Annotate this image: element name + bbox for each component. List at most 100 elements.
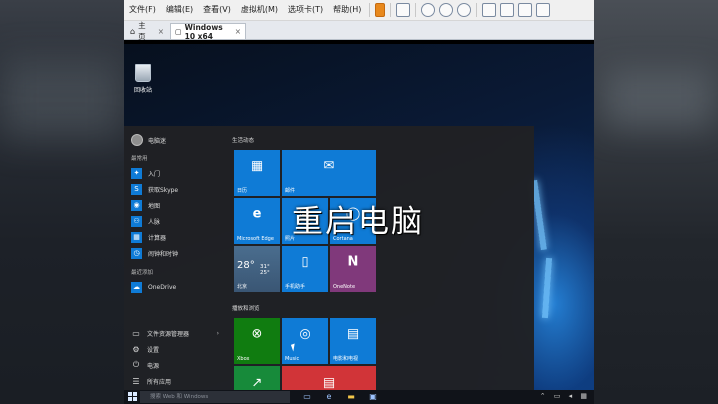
taskbar: 搜索 Web 和 Windows ▭ e ▬ ▣ ⌃ ▭ ◂ ▦: [124, 390, 594, 404]
group-title-play: 播放和浏览: [232, 306, 260, 312]
store-taskbar-icon[interactable]: ▣: [368, 392, 378, 402]
tile-label: 电影和电视: [333, 356, 359, 362]
snapshot-manager-icon[interactable]: [457, 3, 472, 17]
mail-icon: ✉: [323, 158, 335, 174]
pause-icon[interactable]: [375, 3, 386, 17]
recycle-bin-shortcut[interactable]: 回收站: [132, 64, 154, 94]
onenote-icon: N: [347, 254, 359, 270]
list-item-maps[interactable]: ◉ 地图: [131, 198, 160, 212]
tile-edge[interactable]: e Microsoft Edge: [234, 198, 280, 244]
overlay-caption: 重启电脑: [292, 204, 424, 240]
fullscreen-icon[interactable]: [536, 3, 551, 17]
xbox-icon: ⊗: [251, 326, 263, 342]
list-item-get-started[interactable]: ✦ 入门: [131, 166, 160, 180]
tile-mail[interactable]: ✉ 邮件: [282, 150, 376, 196]
file-explorer-button[interactable]: ▭ 文件资源管理器 ›: [131, 326, 221, 340]
folder-icon: ▭: [132, 328, 140, 338]
group-title-life: 生活动态: [232, 138, 255, 144]
all-apps-label: 所有应用: [147, 378, 172, 386]
lightbulb-icon: ✦: [131, 167, 142, 179]
app-label: 人脉: [148, 218, 161, 226]
windows-logo-icon: [133, 397, 137, 401]
windows-logo-icon: [133, 392, 137, 396]
menu-edit[interactable]: 编辑(E): [161, 0, 198, 20]
power-label: 电源: [147, 362, 160, 370]
blurred-background-right: [594, 0, 718, 404]
weather-range: 31° 25°: [260, 264, 270, 276]
phone-icon: ▯: [301, 254, 309, 270]
tile-label: Microsoft Edge: [237, 236, 274, 242]
toolbar-separator: [390, 3, 392, 17]
list-item-skype[interactable]: S 获取Skype: [131, 182, 178, 196]
file-explorer-taskbar-icon[interactable]: ▬: [346, 392, 356, 402]
menu-file[interactable]: 文件(F): [124, 0, 161, 20]
menu-tabs[interactable]: 选项卡(T): [283, 0, 328, 20]
news-icon: ▤: [322, 375, 336, 391]
vm-icon: ▢: [175, 27, 182, 36]
wallpaper-beam: [541, 257, 553, 319]
file-explorer-label: 文件资源管理器: [147, 330, 190, 338]
settings-button[interactable]: ⚙ 设置: [131, 342, 221, 356]
console-view-icon[interactable]: [500, 3, 515, 17]
chart-icon: ↗: [251, 375, 263, 391]
list-item-alarms[interactable]: ◷ 闹钟和时钟: [131, 246, 178, 260]
close-icon[interactable]: ×: [158, 27, 164, 36]
list-item-calculator[interactable]: ▦ 计算器: [131, 230, 166, 244]
toolbar-separator: [415, 3, 417, 17]
chevron-right-icon: ›: [216, 329, 219, 337]
tab-home[interactable]: ⌂ 主页 ×: [126, 21, 168, 41]
list-item-onedrive[interactable]: ☁ OneDrive: [131, 280, 176, 294]
fit-window-icon[interactable]: [518, 3, 533, 17]
menu-view[interactable]: 查看(V): [198, 0, 236, 20]
app-label: OneDrive: [148, 283, 177, 291]
recycle-bin-label: 回收站: [133, 87, 152, 94]
tile-label: OneNote: [333, 284, 356, 290]
tile-phone-companion[interactable]: ▯ 手机助手: [282, 246, 328, 292]
toolbar-separator: [476, 3, 478, 17]
tile-onenote[interactable]: N OneNote: [330, 246, 376, 292]
search-input[interactable]: 搜索 Web 和 Windows: [140, 391, 290, 403]
sidebar-toggle-icon[interactable]: [482, 3, 497, 17]
menu-help[interactable]: 帮助(H): [328, 0, 366, 20]
tile-movies[interactable]: ▤ 电影和电视: [330, 318, 376, 364]
network-icon[interactable]: [396, 3, 411, 17]
start-menu: 电脑迷 最常用 ✦ 入门 S 获取Skype ◉ 地图 ⚇ 人脉 ▦ 计算器 ◷…: [124, 126, 534, 394]
menu-vm[interactable]: 虚拟机(M): [236, 0, 283, 20]
tile-label: 北京: [237, 284, 248, 290]
edge-icon: e: [252, 206, 262, 222]
tab-home-label: 主页: [138, 21, 146, 41]
clapperboard-icon: ▤: [346, 326, 360, 342]
user-account[interactable]: 电脑迷: [131, 134, 166, 146]
power-icon: ⏻: [132, 360, 140, 369]
power-button[interactable]: ⏻ 电源: [131, 358, 221, 372]
edge-taskbar-icon[interactable]: e: [324, 392, 334, 402]
tab-windows10[interactable]: ▢ Windows 10 x64 ×: [170, 23, 246, 41]
task-view-icon[interactable]: ▭: [302, 392, 312, 402]
recycle-bin-icon: [135, 64, 151, 82]
avatar: [131, 134, 143, 146]
tile-xbox[interactable]: ⊗ Xbox: [234, 318, 280, 364]
all-apps-button[interactable]: ☰ 所有应用: [131, 374, 221, 388]
vm-window: 文件(F) 编辑(E) 查看(V) 虚拟机(M) 选项卡(T) 帮助(H) ⌂ …: [124, 0, 594, 404]
onedrive-icon: ☁: [131, 281, 142, 293]
settings-label: 设置: [147, 346, 160, 354]
calendar-icon: ▦: [250, 158, 264, 174]
list-icon: ☰: [132, 376, 140, 386]
start-button[interactable]: [128, 392, 138, 402]
list-item-people[interactable]: ⚇ 人脉: [131, 214, 160, 228]
tile-weather[interactable]: 28° 31° 25° 北京: [234, 246, 280, 292]
maps-icon: ◉: [131, 199, 142, 211]
weather-temperature: 28°: [237, 260, 255, 271]
tile-label: 手机助手: [285, 284, 306, 290]
snapshot-icon[interactable]: [421, 3, 436, 17]
app-label: 获取Skype: [148, 186, 179, 194]
snapshot-restore-icon[interactable]: [439, 3, 454, 17]
alarm-icon: ◷: [131, 247, 142, 259]
windows-logo-icon: [128, 392, 132, 396]
tile-music[interactable]: ◎ Music: [282, 318, 328, 364]
close-icon[interactable]: ×: [235, 27, 241, 36]
system-tray[interactable]: ⌃ ▭ ◂ ▦: [540, 392, 590, 400]
gear-icon: ⚙: [132, 344, 140, 354]
tile-calendar[interactable]: ▦ 日历: [234, 150, 280, 196]
recent-title: 最近添加: [131, 270, 154, 276]
